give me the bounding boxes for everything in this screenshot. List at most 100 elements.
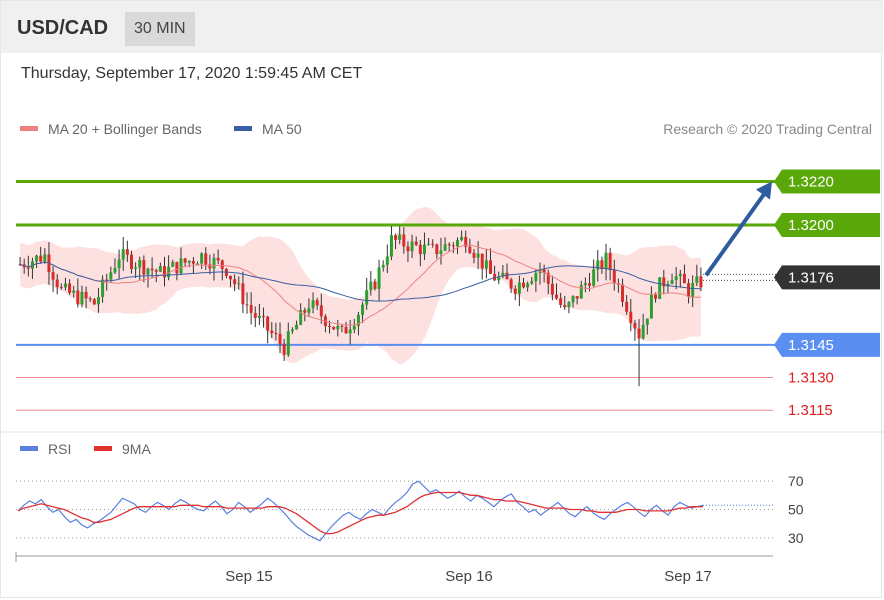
candle-body (641, 324, 645, 339)
candle-body (220, 260, 224, 269)
candle-body (179, 258, 183, 274)
candle-body (418, 244, 422, 255)
candle-body (51, 272, 55, 280)
credit-label: Research © 2020 Trading Central (663, 121, 872, 137)
candle-body (674, 276, 678, 281)
candle-body (84, 291, 88, 299)
candle-body (513, 288, 517, 294)
candle-body (427, 243, 431, 245)
candle-body (121, 249, 125, 260)
candle-body (410, 241, 414, 252)
candle-body (171, 261, 175, 267)
candle-body (274, 333, 278, 335)
price-flag-label-1.3145: 1.3145 (788, 337, 834, 354)
candle-body (138, 260, 142, 268)
candle-body (39, 255, 43, 262)
candle-body (257, 315, 261, 319)
rsi-line (17, 480, 704, 542)
candle-body (592, 269, 596, 286)
candle-body (303, 309, 307, 313)
candle-body (113, 268, 117, 273)
candle-body (332, 326, 336, 330)
candle-body (340, 325, 344, 327)
rsi-legend-label: RSI (48, 441, 71, 457)
candle-body (92, 299, 96, 305)
legend-label: MA 20 + Bollinger Bands (48, 121, 202, 137)
candle-body (290, 329, 294, 332)
candle-body (550, 283, 554, 295)
candle-body (216, 257, 220, 261)
candle-body (336, 325, 340, 330)
candle-body (282, 343, 286, 355)
price-level-label-1.3115: 1.3115 (788, 402, 833, 419)
candle-body (468, 246, 472, 253)
candle-body (559, 298, 563, 305)
candle-body (435, 244, 439, 255)
candle-body (443, 244, 447, 251)
candle-body (633, 323, 637, 329)
candle-body (109, 272, 113, 280)
candle-body (125, 249, 129, 255)
candle-body (373, 281, 377, 289)
rsi-tick-70: 70 (788, 473, 804, 489)
candle-body (328, 325, 332, 327)
legend-label: MA 50 (262, 121, 302, 137)
candle-body (369, 281, 373, 291)
candle-body (344, 326, 348, 334)
candle-body (555, 294, 559, 299)
candle-body (134, 267, 138, 270)
candle-body (658, 277, 662, 299)
candle-body (588, 283, 592, 286)
candle-body (381, 264, 385, 268)
candle-body (505, 272, 509, 280)
candle-body (249, 304, 253, 313)
candle-body (480, 253, 484, 269)
candle-body (476, 253, 480, 258)
candle-body (509, 279, 513, 289)
price-flag-label-1.3176: 1.3176 (788, 269, 834, 286)
candle-body (629, 311, 633, 324)
candle-body (237, 283, 241, 285)
candle-body (175, 261, 179, 274)
candle-body (117, 259, 121, 269)
candle-body (233, 279, 237, 285)
rsi-legend-swatch (20, 446, 38, 451)
candle-body (270, 330, 274, 334)
candle-body (266, 316, 270, 331)
candle-body (389, 235, 393, 257)
candle-body (319, 305, 323, 317)
candle-body (212, 257, 216, 269)
candle-body (129, 254, 133, 270)
x-tick-label: Sep 17 (664, 568, 712, 585)
candle-body (687, 283, 691, 297)
candle-body (278, 333, 282, 344)
candle-body (488, 260, 492, 274)
candle-body (472, 252, 476, 258)
rsi-tick-30: 30 (788, 530, 804, 546)
candle-body (583, 283, 587, 286)
candle-body (484, 260, 488, 269)
candle-body (422, 244, 426, 255)
candle-body (625, 301, 629, 312)
candle-body (608, 252, 612, 271)
candle-body (678, 273, 682, 277)
legend-swatch (20, 126, 38, 131)
candle-body (654, 294, 658, 299)
candle-body (348, 329, 352, 334)
candle-body (406, 246, 410, 252)
candle-body (612, 270, 616, 284)
chart-canvas: 1.3220 1.3200 1.3176 1.3145 1.3130 1.3115 MA 2… (0, 121, 884, 585)
candle-body (621, 284, 625, 302)
candle-body (200, 253, 204, 264)
candle-body (645, 318, 649, 325)
candle-body (521, 282, 525, 288)
candle-body (187, 260, 191, 263)
candle-body (517, 282, 521, 294)
candle-body (35, 255, 39, 262)
candle-body (377, 267, 381, 289)
x-tick-label: Sep 16 (445, 568, 493, 585)
candle-body (229, 275, 233, 280)
price-flag-label-1.3220: 1.3220 (788, 173, 834, 190)
candle-body (451, 245, 455, 247)
candle-body (691, 282, 695, 297)
